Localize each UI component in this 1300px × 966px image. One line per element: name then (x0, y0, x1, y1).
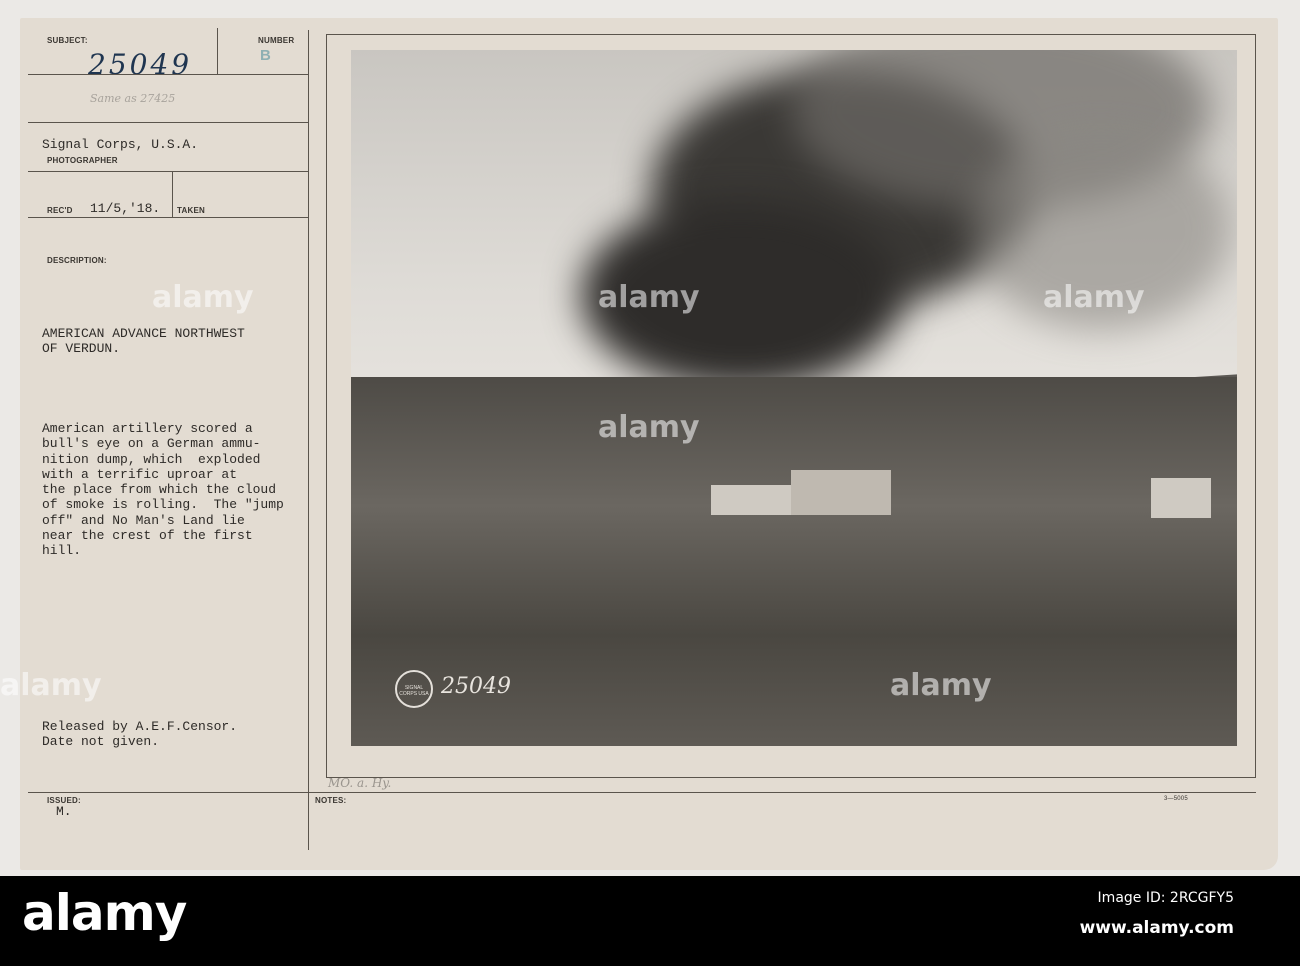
same-as-note: Same as 27425 (90, 92, 176, 105)
description-line: with a terrific uproar at (42, 466, 238, 482)
title-line: OF VERDUN. (42, 341, 121, 357)
photographer-value: Signal Corps, U.S.A. (42, 137, 199, 152)
number-label: NUMBER (258, 36, 295, 45)
site-url: www.alamy.com (1079, 918, 1234, 938)
recd-date: 11/5,'18. (90, 201, 161, 216)
number-stamp: B (260, 47, 271, 64)
photograph: SIGNAL CORPS USA 25049 (351, 50, 1237, 746)
release-line: Date not given. (42, 734, 160, 750)
notes-handwriting: MO. a. Hy. (328, 776, 392, 790)
description-line: hill. (42, 543, 82, 559)
watermark: alamy (598, 280, 700, 315)
watermark: alamy (152, 280, 254, 315)
subject-number: 25049 (88, 48, 193, 81)
alamy-logo: alamy (22, 884, 187, 942)
photographer-label: PHOTOGRAPHER (47, 156, 118, 165)
image-id: Image ID: 2RCGFY5 (1097, 890, 1234, 906)
issued-value: M. (56, 804, 72, 819)
release-line: Released by A.E.F.Censor. (42, 719, 238, 734)
alamy-footer: alamy Image ID: 2RCGFY5 www.alamy.com (0, 876, 1300, 966)
watermark: alamy (1043, 280, 1145, 315)
form-number: 3—5005 (1164, 796, 1188, 802)
watermark: alamy (598, 410, 700, 445)
description-line: nition dump, which exploded (42, 451, 261, 467)
description-line: the place from which the cloud (42, 482, 277, 498)
description-line: bull's eye on a German ammu- (42, 436, 261, 452)
taken-label: TAKEN (177, 206, 205, 215)
subject-label: SUBJECT: (47, 36, 88, 45)
description-label: DESCRIPTION: (47, 256, 107, 265)
description-line: of smoke is rolling. The "jump (42, 497, 284, 513)
notes-label: NOTES: (315, 796, 347, 805)
signal-corps-seal: SIGNAL CORPS USA (395, 670, 433, 708)
title-line: AMERICAN ADVANCE NORTHWEST (42, 326, 245, 341)
description-title: AMERICAN ADVANCE NORTHWEST OF VERDUN. (42, 326, 245, 357)
watermark: alamy (890, 668, 992, 703)
description-line: off" and No Man's Land lie (42, 512, 245, 528)
description-line: near the crest of the first (42, 528, 253, 544)
description-line: American artillery scored a (42, 421, 253, 436)
watermark: alamy (0, 668, 102, 703)
description-body: American artillery scored a bull's eye o… (42, 421, 284, 559)
recd-label: REC'D (47, 206, 73, 215)
release-note: Released by A.E.F.Censor. Date not given… (42, 719, 237, 750)
photo-number: 25049 (441, 674, 511, 699)
